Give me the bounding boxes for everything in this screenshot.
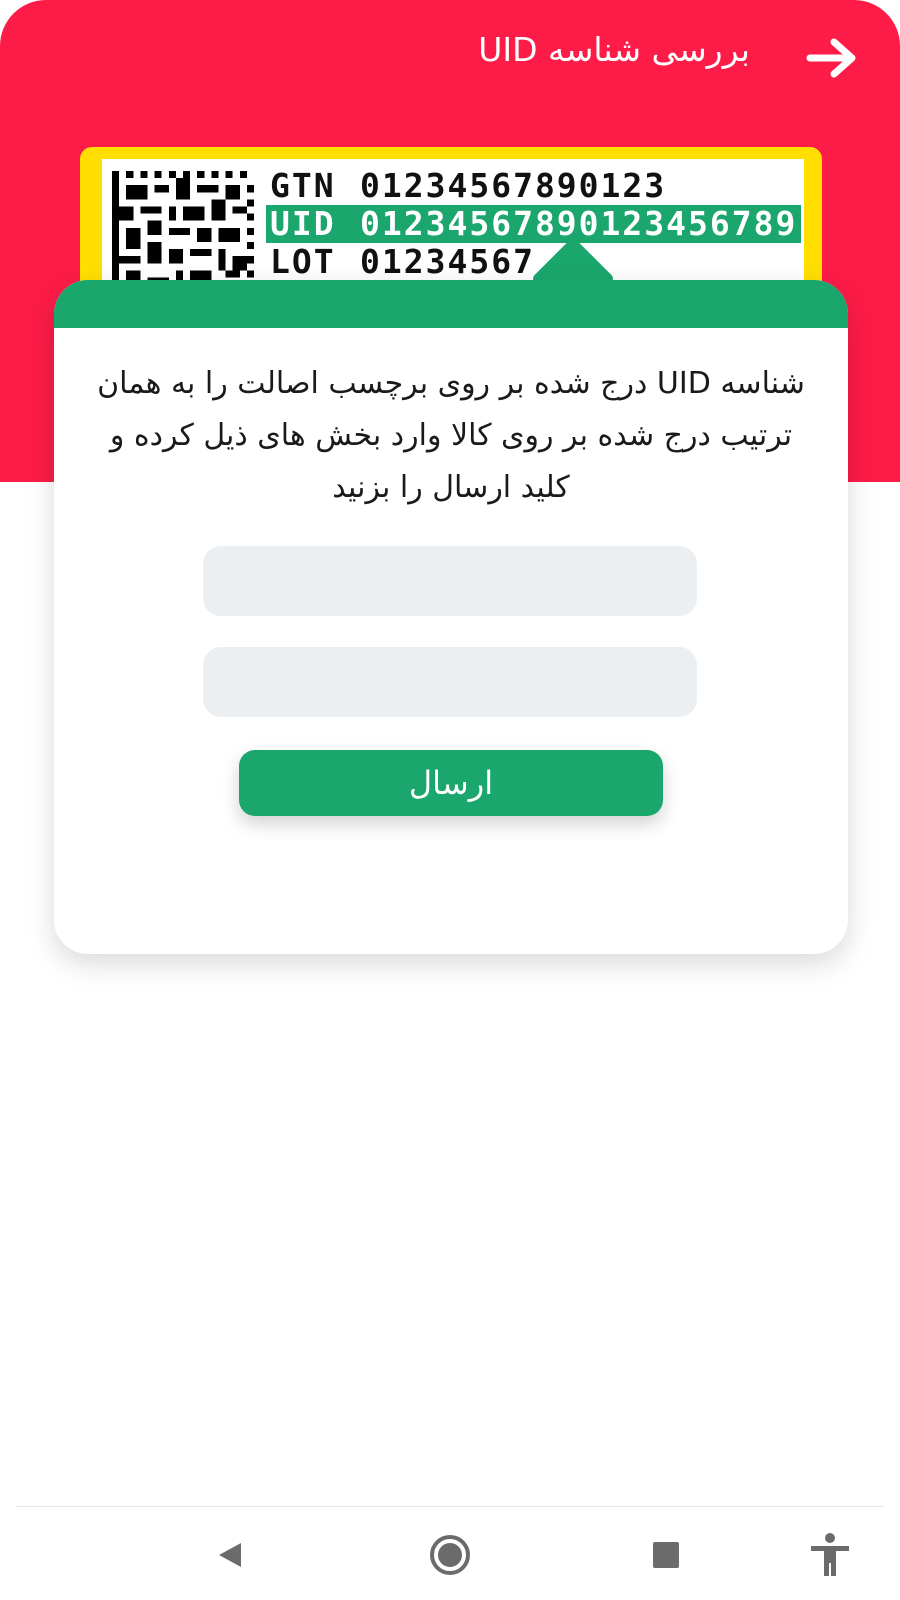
page-title: بررسی شناسه UID <box>478 30 750 69</box>
system-navigation-bar <box>0 1507 900 1600</box>
lot-key: LOT <box>270 242 336 281</box>
submit-button[interactable]: ارسال <box>239 750 663 816</box>
label-gtn-row: GTN 01234567890123 <box>270 167 666 205</box>
gtn-value: 01234567890123 <box>360 166 667 205</box>
gtn-key: GTN <box>270 166 336 205</box>
triangle-back-icon <box>219 1543 241 1567</box>
square-recents-icon <box>653 1542 679 1568</box>
nav-recents-button[interactable] <box>636 1527 696 1583</box>
nav-home-button[interactable] <box>420 1527 480 1583</box>
nav-accessibility-button[interactable] <box>800 1527 860 1583</box>
lot-value: 01234567 <box>360 242 535 281</box>
circle-home-icon <box>430 1535 470 1575</box>
uid-key: UID <box>270 204 336 243</box>
instructions-text: شناسه UID درج شده بر روی برچسب اصالت را … <box>97 366 805 505</box>
uid-entry-card: شناسه UID درج شده بر روی برچسب اصالت را … <box>54 280 848 954</box>
accessibility-icon <box>811 1533 849 1576</box>
label-lot-row: LOT 01234567 <box>270 243 535 281</box>
label-uid-row: UID 01234567890123456789 <box>266 204 802 243</box>
card-top-bar <box>54 280 848 328</box>
arrow-right-icon <box>806 38 856 78</box>
nav-back-button[interactable] <box>200 1527 260 1583</box>
uid-part-1-input[interactable] <box>203 546 697 616</box>
uid-value: 01234567890123456789 <box>360 204 798 243</box>
back-button[interactable] <box>802 30 862 86</box>
uid-part-2-input[interactable] <box>203 647 697 717</box>
